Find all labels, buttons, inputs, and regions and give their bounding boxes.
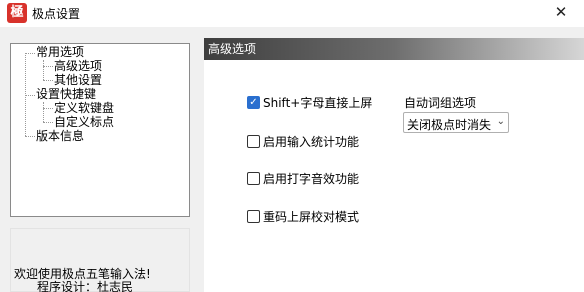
option-label: 启用打字音效功能 xyxy=(263,172,360,186)
tree-item-other-settings[interactable]: 其他设置 xyxy=(54,74,102,87)
app-logo-icon: 極 xyxy=(7,3,27,23)
auto-group-select[interactable]: 关闭极点时消失 ⌄ xyxy=(403,112,509,133)
tree-item-advanced-options[interactable]: 高级选项 xyxy=(54,60,102,73)
option-label: 重码上屏校对模式 xyxy=(263,210,360,224)
tree-item-common-options[interactable]: 常用选项 xyxy=(36,46,84,59)
checkbox-icon[interactable] xyxy=(247,135,260,148)
option-label: 启用输入统计功能 xyxy=(263,135,360,149)
checkbox-icon[interactable] xyxy=(247,210,260,223)
tree-item-custom-punctuation[interactable]: 自定义标点 xyxy=(54,116,114,129)
option-label: Shift+字母直接上屏 xyxy=(263,96,373,110)
designer-credit: 程序设计：杜志民 xyxy=(37,280,134,292)
tree-item-hotkeys[interactable]: 设置快捷键 xyxy=(36,88,96,101)
options-panel xyxy=(204,60,584,292)
dialog-client-area: 常用选项 高级选项 其他设置 设置快捷键 定义软键盘 自定义标点 版本信息 欢迎… xyxy=(0,27,584,292)
close-button[interactable]: ✕ xyxy=(538,0,584,27)
window-title: 极点设置 xyxy=(32,7,81,21)
checkbox-checked-icon[interactable]: ✓ xyxy=(247,96,260,109)
auto-group-selected-value: 关闭极点时消失 xyxy=(407,118,492,132)
chevron-down-icon: ⌄ xyxy=(496,116,505,127)
checkbox-icon[interactable] xyxy=(247,172,260,185)
section-header: 高级选项 xyxy=(204,38,584,60)
tree-item-version-info[interactable]: 版本信息 xyxy=(36,130,84,143)
tree-item-soft-keyboard[interactable]: 定义软键盘 xyxy=(54,102,114,115)
settings-tree[interactable]: 常用选项 高级选项 其他设置 设置快捷键 定义软键盘 自定义标点 版本信息 xyxy=(10,43,190,217)
auto-group-label: 自动词组选项 xyxy=(404,96,477,110)
title-bar: 極 极点设置 ✕ xyxy=(0,0,584,27)
